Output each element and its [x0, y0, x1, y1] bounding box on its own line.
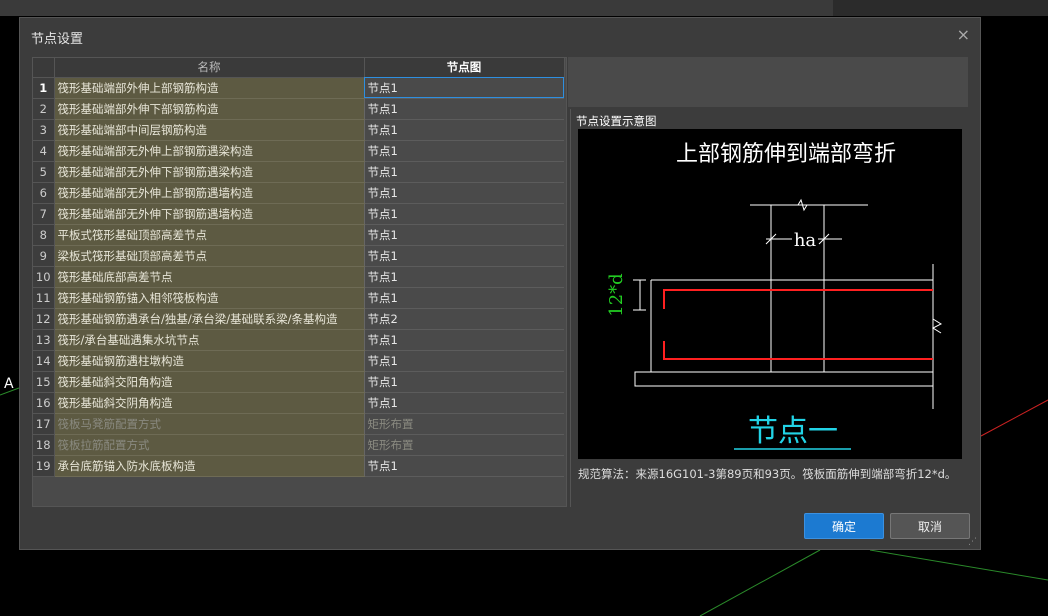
row-index: 1: [33, 77, 55, 99]
row-node-cell[interactable]: 节点1: [364, 371, 564, 393]
row-name-cell[interactable]: 筏形基础端部中间层钢筋构造: [54, 119, 365, 141]
preview-header-area: [568, 57, 968, 107]
row-node-cell[interactable]: 节点2: [364, 308, 564, 330]
row-index: 18: [33, 434, 55, 456]
row-node-cell[interactable]: 节点1: [364, 77, 564, 99]
cancel-button[interactable]: 取消: [890, 513, 970, 539]
preview-label: 节点设置示意图: [576, 114, 657, 128]
dialog-title: 节点设置: [31, 32, 84, 47]
row-index: 17: [33, 413, 55, 435]
row-name-cell[interactable]: 筏形基础钢筋遇承台/独基/承台梁/基础联系梁/条基构造: [54, 308, 365, 330]
node-table: 名称 节点图 1 筏形基础端部外伸上部钢筋构造 节点1 2 筏形基础端部外伸下部钢筋构造…: [32, 57, 567, 507]
row-index: 5: [33, 161, 55, 183]
row-index: 3: [33, 119, 55, 141]
table-row[interactable]: 7 筏形基础端部无外伸下部钢筋遇墙构造 节点1: [33, 203, 564, 225]
row-name-cell[interactable]: 承台底筋锚入防水底板构造: [54, 455, 365, 477]
row-index: 4: [33, 140, 55, 162]
row-index: 9: [33, 245, 55, 267]
resize-grip-icon[interactable]: ⋰: [968, 537, 977, 547]
table-row[interactable]: 14 筏形基础钢筋遇柱墩构造 节点1: [33, 350, 564, 372]
row-name-cell[interactable]: 梁板式筏形基础顶部高差节点: [54, 245, 365, 267]
table-row[interactable]: 10 筏形基础底部高差节点 节点1: [33, 266, 564, 288]
row-node-cell[interactable]: 节点1: [364, 119, 564, 141]
dim-12d-label: 12*d: [606, 273, 627, 316]
row-index: 16: [33, 392, 55, 414]
table-row[interactable]: 9 梁板式筏形基础顶部高差节点 节点1: [33, 245, 564, 267]
row-node-cell[interactable]: 节点1: [364, 182, 564, 204]
node-diagram: 上部钢筋伸到端部弯折 ha 12*d 节点一: [578, 129, 962, 459]
table-header-row: 名称 节点图: [33, 58, 565, 78]
table-row[interactable]: 2 筏形基础端部外伸下部钢筋构造 节点1: [33, 98, 564, 120]
row-node-cell[interactable]: 节点1: [364, 350, 564, 372]
row-name-cell[interactable]: 筏形基础端部无外伸下部钢筋遇梁构造: [54, 161, 365, 183]
table-row[interactable]: 8 平板式筏形基础顶部高差节点 节点1: [33, 224, 564, 246]
rule-description: 规范算法：来源16G101-3第89页和93页。筏板面筋伸到端部弯折12*d。: [578, 467, 957, 481]
row-name-cell[interactable]: 平板式筏形基础顶部高差节点: [54, 224, 365, 246]
row-name-cell[interactable]: 筏形/承台基础遇集水坑节点: [54, 329, 365, 351]
close-icon[interactable]: ×: [957, 25, 970, 44]
table-row[interactable]: 16 筏形基础斜交阴角构造 节点1: [33, 392, 564, 414]
row-node-cell[interactable]: 矩形布置: [364, 413, 564, 435]
table-row[interactable]: 19 承台底筋锚入防水底板构造 节点1: [33, 455, 564, 477]
row-name-cell[interactable]: 筏形基础端部外伸下部钢筋构造: [54, 98, 365, 120]
row-node-cell[interactable]: 节点1: [364, 224, 564, 246]
header-name[interactable]: 名称: [54, 58, 365, 78]
table-row[interactable]: 11 筏形基础钢筋锚入相邻筏板构造 节点1: [33, 287, 564, 309]
row-node-cell[interactable]: 节点1: [364, 287, 564, 309]
row-name-cell[interactable]: 筏形基础斜交阴角构造: [54, 392, 365, 414]
row-node-cell[interactable]: 节点1: [364, 455, 564, 477]
row-node-cell[interactable]: 节点1: [364, 266, 564, 288]
row-index: 13: [33, 329, 55, 351]
row-index: 12: [33, 308, 55, 330]
preview-panel: 节点设置示意图 上部钢筋伸到端部弯折 ha 12*d 节点一 规范算法：来源16…: [570, 109, 968, 507]
row-node-cell[interactable]: 节点1: [364, 203, 564, 225]
row-index: 11: [33, 287, 55, 309]
row-name-cell[interactable]: 筏板马凳筋配置方式: [54, 413, 365, 435]
table-row[interactable]: 1 筏形基础端部外伸上部钢筋构造 节点1: [33, 77, 564, 99]
row-node-cell[interactable]: 节点1: [364, 98, 564, 120]
row-index: 8: [33, 224, 55, 246]
row-name-cell[interactable]: 筏形基础端部无外伸上部钢筋遇墙构造: [54, 182, 365, 204]
table-row[interactable]: 12 筏形基础钢筋遇承台/独基/承台梁/基础联系梁/条基构造 节点2: [33, 308, 564, 330]
row-node-cell[interactable]: 节点1: [364, 245, 564, 267]
row-name-cell[interactable]: 筏形基础底部高差节点: [54, 266, 365, 288]
row-index: 19: [33, 455, 55, 477]
row-name-cell[interactable]: 筏形基础斜交阳角构造: [54, 371, 365, 393]
row-node-cell[interactable]: 节点1: [364, 161, 564, 183]
row-node-cell[interactable]: 节点1: [364, 140, 564, 162]
table-row[interactable]: 5 筏形基础端部无外伸下部钢筋遇梁构造 节点1: [33, 161, 564, 183]
row-name-cell[interactable]: 筏形基础端部无外伸下部钢筋遇墙构造: [54, 203, 365, 225]
diagram-title: 上部钢筋伸到端部弯折: [676, 142, 896, 167]
row-index: 2: [33, 98, 55, 120]
axis-label: A: [4, 376, 14, 392]
row-name-cell[interactable]: 筏形基础钢筋遇柱墩构造: [54, 350, 365, 372]
table-row[interactable]: 15 筏形基础斜交阳角构造 节点1: [33, 371, 564, 393]
dim-ha-label: ha: [794, 230, 817, 251]
row-name-cell[interactable]: 筏形基础钢筋锚入相邻筏板构造: [54, 287, 365, 309]
table-row[interactable]: 3 筏形基础端部中间层钢筋构造 节点1: [33, 119, 564, 141]
row-index: 14: [33, 350, 55, 372]
row-node-cell[interactable]: 矩形布置: [364, 434, 564, 456]
row-index: 10: [33, 266, 55, 288]
ok-button[interactable]: 确定: [804, 513, 884, 539]
table-row[interactable]: 13 筏形/承台基础遇集水坑节点 节点1: [33, 329, 564, 351]
node-settings-dialog: 节点设置 × 名称 节点图 1 筏形基础端部外伸上部钢筋构造 节点1 2 筏形基础端部外…: [19, 17, 981, 550]
row-node-cell[interactable]: 节点1: [364, 392, 564, 414]
row-index: 7: [33, 203, 55, 225]
row-name-cell[interactable]: 筏形基础端部外伸上部钢筋构造: [54, 77, 365, 99]
header-node-image[interactable]: 节点图: [364, 58, 565, 78]
table-row[interactable]: 4 筏形基础端部无外伸上部钢筋遇梁构造 节点1: [33, 140, 564, 162]
row-index: 15: [33, 371, 55, 393]
table-row[interactable]: 17 筏板马凳筋配置方式 矩形布置: [33, 413, 564, 435]
row-node-cell[interactable]: 节点1: [364, 329, 564, 351]
row-name-cell[interactable]: 筏板拉筋配置方式: [54, 434, 365, 456]
table-row[interactable]: 6 筏形基础端部无外伸上部钢筋遇墙构造 节点1: [33, 182, 564, 204]
node-table-grid: 名称 节点图 1 筏形基础端部外伸上部钢筋构造 节点1 2 筏形基础端部外伸下部钢筋构造…: [33, 58, 565, 477]
header-index: [33, 58, 55, 78]
node-diagram-svg: 上部钢筋伸到端部弯折 ha 12*d 节点一: [606, 142, 943, 450]
table-row[interactable]: 18 筏板拉筋配置方式 矩形布置: [33, 434, 564, 456]
row-index: 6: [33, 182, 55, 204]
node-name-label: 节点一: [748, 414, 838, 449]
row-name-cell[interactable]: 筏形基础端部无外伸上部钢筋遇梁构造: [54, 140, 365, 162]
